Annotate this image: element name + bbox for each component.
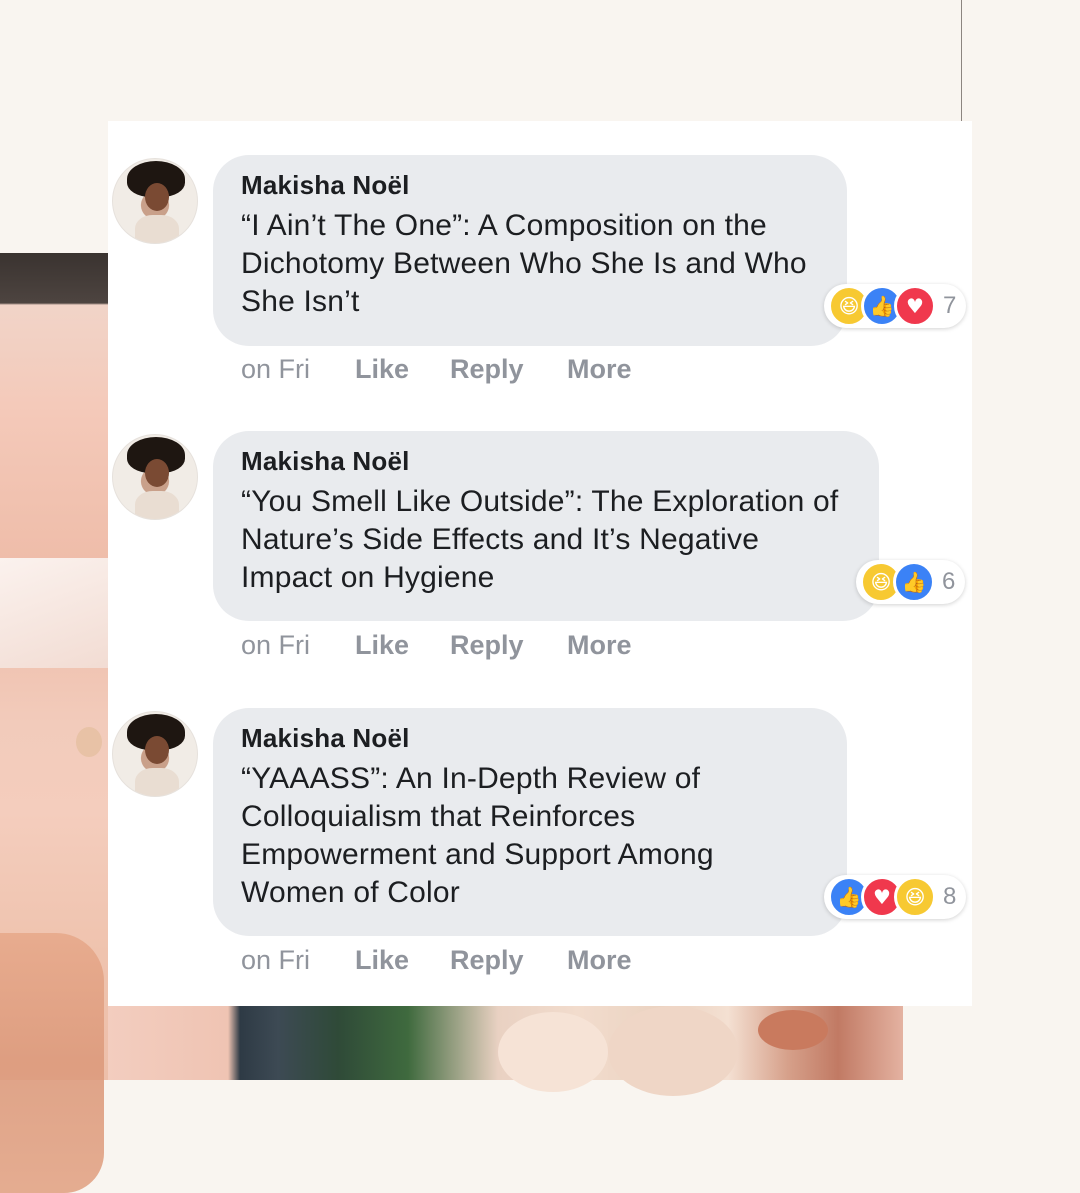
background-photo-left [0,253,108,1193]
comment-bubble: Makisha Noël “I Ain’t The One”: A Compos… [213,155,847,346]
more-button[interactable]: More [567,630,632,661]
hand [0,933,104,1193]
reaction-count: 7 [943,292,957,319]
shirt-button [76,727,102,757]
comment-author[interactable]: Makisha Noël [241,445,851,477]
comment-timestamp[interactable]: on Fri [241,945,310,976]
rose-flower [498,1012,608,1092]
comment-timestamp[interactable]: on Fri [241,354,310,385]
like-button[interactable]: Like [355,354,409,385]
comment-timestamp[interactable]: on Fri [241,630,310,661]
comment-text: “YAAASS”: An In-Depth Review of Colloqui… [241,762,714,909]
reply-button[interactable]: Reply [450,354,524,385]
avatar[interactable] [112,711,198,797]
avatar[interactable] [112,158,198,244]
comment-bubble: Makisha Noël “YAAASS”: An In-Depth Revie… [213,708,847,936]
like-button[interactable]: Like [355,945,409,976]
avatar[interactable] [112,434,198,520]
divider-line [961,0,962,121]
reaction-count: 6 [942,568,956,595]
more-button[interactable]: More [567,945,632,976]
comment-text: “I Ain’t The One”: A Composition on the … [241,209,807,318]
like-icon: 👍 [893,561,935,603]
rose-flower [758,1010,828,1050]
reactions-summary[interactable]: 😆 👍 6 [856,560,966,604]
reply-button[interactable]: Reply [450,945,524,976]
rose-flower [608,1006,738,1096]
reply-button[interactable]: Reply [450,630,524,661]
comment-author[interactable]: Makisha Noël [241,722,819,754]
comment-text: “You Smell Like Outside”: The Exploratio… [241,485,839,594]
comments-card: Makisha Noël “I Ain’t The One”: A Compos… [108,121,972,1006]
background-photo-flowers [108,1006,903,1096]
reaction-count: 8 [943,883,957,910]
more-button[interactable]: More [567,354,632,385]
reactions-summary[interactable]: 😆 👍 ♥ 7 [824,284,967,328]
comment-author[interactable]: Makisha Noël [241,169,819,201]
shirt-collar [0,558,108,668]
haha-icon: 😆 [894,876,936,918]
comment-bubble: Makisha Noël “You Smell Like Outside”: T… [213,431,879,621]
love-icon: ♥ [894,285,936,327]
like-button[interactable]: Like [355,630,409,661]
reactions-summary[interactable]: 👍 ♥ 😆 8 [824,875,967,919]
